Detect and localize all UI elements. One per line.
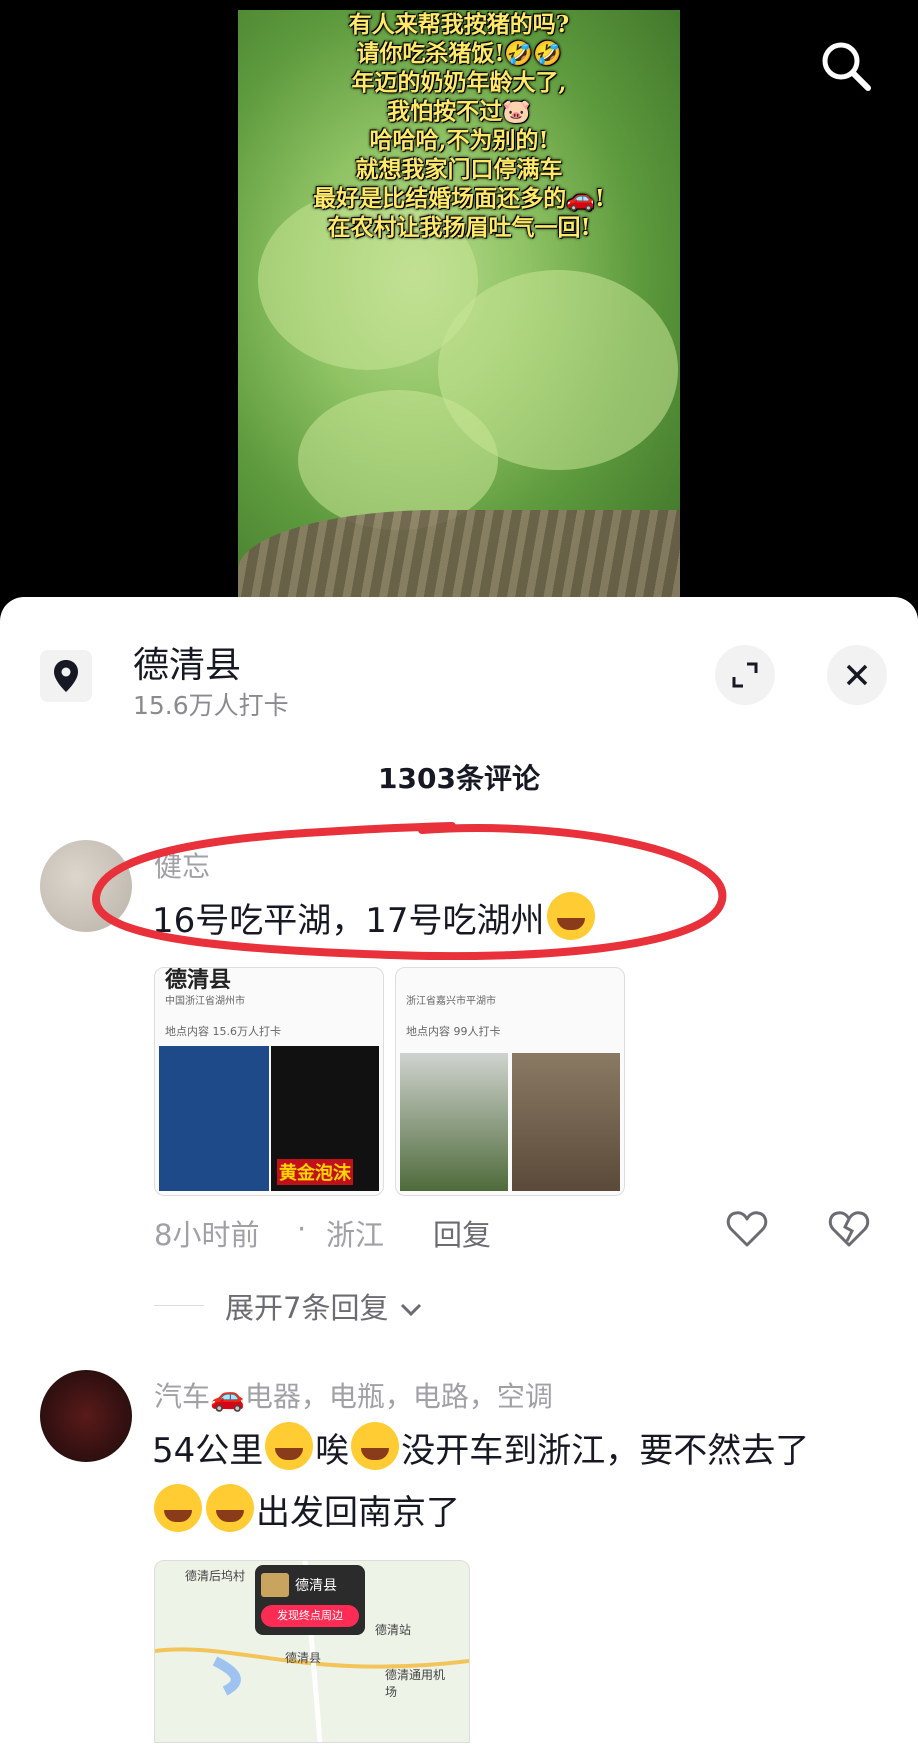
video-player[interactable]: 有人来帮我按猪的吗? 请你吃杀猪饭!🤣🤣 年迈的奶奶年龄大了, 我怕按不过🐷 哈…: [0, 0, 918, 600]
comment-text: 54公里 唉 没开车到浙江，要不然去了 出发回南京了: [152, 1420, 892, 1544]
comment-username[interactable]: 汽车🚗电器，电瓶，电路，空调: [154, 1375, 553, 1415]
comment-text-part: 54公里: [152, 1431, 264, 1471]
comment-count: 1303条评论: [378, 762, 540, 795]
image-photo: [400, 1053, 508, 1191]
discover-nearby-button[interactable]: 发现终点周边: [261, 1605, 359, 1627]
comment-image[interactable]: 德清县 中国浙江省湖州市 地点内容 15.6万人打卡 黄金泡沫: [154, 967, 384, 1196]
image-tag: 黄金泡沫: [277, 1159, 353, 1185]
comment-image[interactable]: 浙江省嘉兴市平湖市 地点内容 99人打卡: [395, 967, 625, 1196]
map-popup-thumbnail: [261, 1573, 289, 1597]
map-popup: 德清县 发现终点周边: [255, 1565, 365, 1635]
image-subtitle: 地点内容 99人打卡: [406, 1025, 501, 1038]
map-label: 德清通用机场: [385, 1668, 446, 1699]
comment-text-part: 出发回南京了: [256, 1493, 460, 1533]
image-photo: [159, 1046, 269, 1191]
caption-line: 在农村让我扬眉吐气一回!: [327, 214, 591, 241]
image-title: 德清县: [165, 968, 232, 993]
chevron-down-icon: [400, 1303, 421, 1317]
comment-text-part: 没开车到浙江，要不然去了: [401, 1431, 810, 1471]
map-label: 德清后坞村: [185, 1569, 246, 1583]
expand-icon[interactable]: [715, 645, 775, 705]
comment-text-part: 唉: [315, 1431, 350, 1471]
image-photo: [512, 1053, 620, 1191]
image-photo: 黄金泡沫: [271, 1046, 379, 1191]
shocked-emoji-icon: [265, 1422, 314, 1470]
broken-heart-icon[interactable]: [827, 1207, 871, 1251]
location-checkins: 15.6万人打卡: [133, 691, 289, 720]
video-frame: 有人来帮我按猪的吗? 请你吃杀猪饭!🤣🤣 年迈的奶奶年龄大了, 我怕按不过🐷 哈…: [238, 10, 680, 600]
map-label: 德清县: [285, 1651, 322, 1665]
heart-icon[interactable]: [725, 1207, 769, 1251]
location-title[interactable]: 德清县: [133, 636, 241, 688]
caption-line: 哈哈哈,不为别的!: [369, 127, 549, 154]
caption-line: 有人来帮我按猪的吗?: [348, 11, 570, 38]
sad-emoji-icon: [351, 1422, 400, 1470]
close-icon[interactable]: [827, 645, 887, 705]
location-pin-icon[interactable]: [40, 650, 92, 702]
map-popup-title: 德清县: [295, 1578, 337, 1594]
search-icon[interactable]: [818, 38, 874, 94]
caption-line: 我怕按不过🐷: [387, 98, 531, 125]
image-subtitle: 中国浙江省湖州市: [165, 996, 245, 1007]
comment-region: 浙江: [326, 1218, 385, 1252]
crying-laughing-emoji-icon: [206, 1484, 254, 1532]
crying-laughing-emoji-icon: [154, 1484, 202, 1532]
map-card[interactable]: 德清后坞村 德清站 德清县 德清通用机场 德清县 发现终点周边: [154, 1560, 470, 1743]
caption-line: 请你吃杀猪饭!🤣🤣: [356, 40, 562, 67]
red-annotation-circle: [92, 822, 727, 960]
basket: [238, 510, 680, 600]
caption-line: 年迈的奶奶年龄大了,: [351, 69, 567, 96]
avatar[interactable]: [40, 1370, 132, 1462]
reply-button[interactable]: 回复: [433, 1212, 491, 1254]
image-subtitle: 浙江省嘉兴市平湖市: [406, 996, 496, 1007]
video-caption: 有人来帮我按猪的吗? 请你吃杀猪饭!🤣🤣 年迈的奶奶年龄大了, 我怕按不过🐷 哈…: [238, 10, 680, 242]
image-subtitle: 地点内容 15.6万人打卡: [165, 1025, 281, 1038]
divider: [154, 1305, 204, 1306]
cabbage-leaf: [298, 390, 498, 530]
map-label: 德清站: [375, 1623, 412, 1637]
comment-time: 8小时前: [154, 1218, 260, 1252]
expand-replies-button[interactable]: 展开7条回复: [225, 1285, 424, 1327]
caption-line: 就想我家门口停满车: [355, 156, 563, 183]
meta-separator: ·: [297, 1212, 307, 1246]
expand-replies-label: 展开7条回复: [225, 1291, 389, 1325]
caption-line: 最好是比结婚场面还多的🚗!: [313, 185, 605, 212]
